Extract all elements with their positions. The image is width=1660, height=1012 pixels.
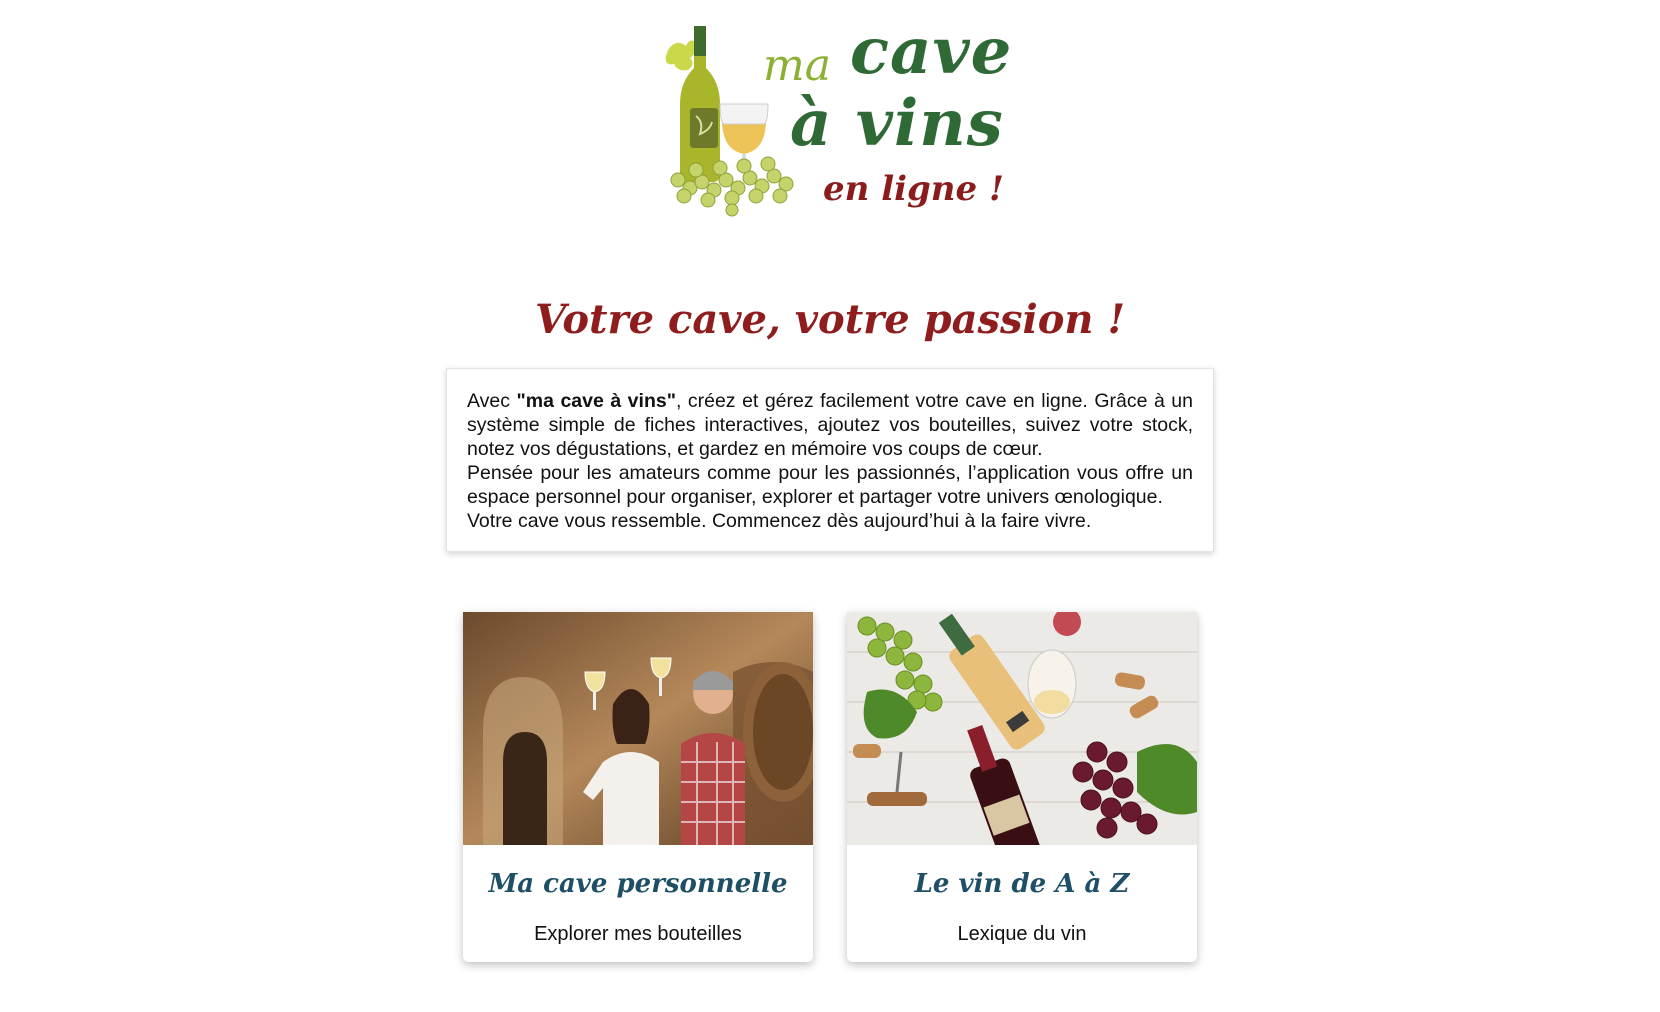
site-logo[interactable]: ma cave à vins en ligne !	[660, 14, 1013, 220]
intro-paragraph-3: Votre cave vous ressemble. Commencez dès…	[467, 510, 1092, 532]
wine-cellar-tasting-image	[463, 612, 813, 845]
page-tagline: Votre cave, votre passion !	[535, 296, 1125, 343]
card-subtitle: Explorer mes bouteilles	[534, 923, 742, 945]
card-le-vin-de-a-a-z[interactable]: Le vin de A à Z Lexique du vin	[847, 612, 1197, 962]
intro-box: Avec "ma cave à vins", créez et gérez fa…	[446, 368, 1214, 552]
card-title: Le vin de A à Z	[914, 869, 1130, 899]
logo-text-cave: cave	[850, 14, 1013, 89]
logo-text-ma: ma	[763, 40, 831, 91]
logo-text-a-vins: à vins	[790, 86, 1004, 161]
intro-brand: "ma cave à vins"	[516, 390, 676, 412]
card-title: Ma cave personnelle	[488, 869, 788, 899]
intro-prefix: Avec	[467, 390, 517, 412]
card-subtitle: Lexique du vin	[957, 923, 1087, 945]
wine-bottles-grapes-image	[847, 612, 1197, 845]
intro-paragraph-2: Pensée pour les amateurs comme pour les …	[467, 462, 1193, 508]
logo-text-en-ligne: en ligne !	[823, 169, 1004, 209]
intro-paragraph-1: Avec "ma cave à vins", créez et gérez fa…	[467, 389, 1193, 461]
card-ma-cave-personnelle[interactable]: Ma cave personnelle Explorer mes bouteil…	[463, 612, 813, 962]
